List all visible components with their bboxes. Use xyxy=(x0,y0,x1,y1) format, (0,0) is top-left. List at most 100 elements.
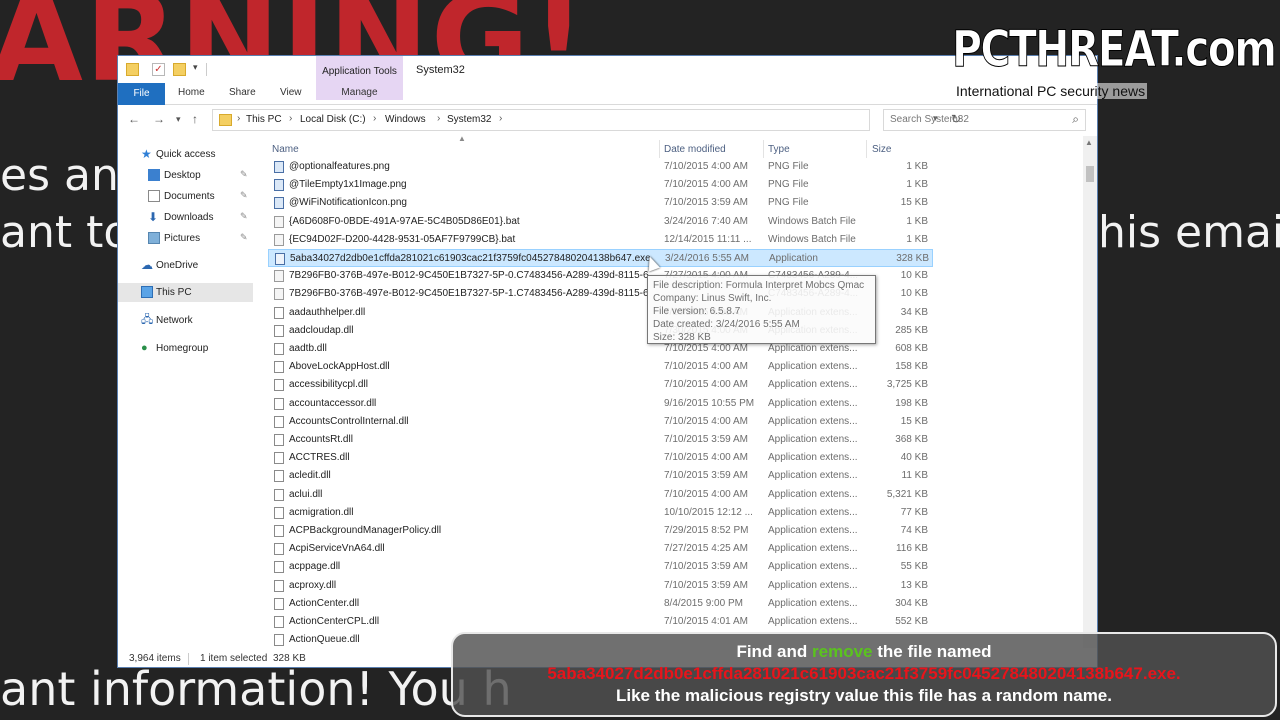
customize-toolbar-icon[interactable]: ▾ xyxy=(193,62,198,73)
tab-file[interactable]: File xyxy=(118,83,165,105)
file-type: Application extens... xyxy=(768,415,858,427)
pin-icon[interactable]: ✎ xyxy=(240,211,248,222)
caption-filename: 5aba34027d2db0e1cffda281021c61903cac21f3… xyxy=(547,664,1181,683)
item-count: 3,964 items xyxy=(129,653,181,664)
tab-share[interactable]: Share xyxy=(229,87,256,98)
scrollbar-thumb[interactable] xyxy=(1086,166,1094,182)
search-input[interactable]: Search System32 ⌕ xyxy=(883,109,1086,131)
table-row[interactable]: AccountsRt.dll 7/10/2015 3:59 AM Applicati… xyxy=(268,431,933,449)
table-row[interactable]: acppage.dll 7/10/2015 3:59 AM Application … xyxy=(268,558,933,576)
pin-icon[interactable]: ✎ xyxy=(240,190,248,201)
table-row[interactable]: @WiFiNotificationIcon.png 7/10/2015 3:59 … xyxy=(268,194,933,212)
column-divider[interactable] xyxy=(763,140,764,158)
scroll-up-icon[interactable]: ▲ xyxy=(1085,138,1093,147)
context-group-label: Application Tools xyxy=(322,66,397,77)
file-explorer-window: ✓ ▾ Application Tools System32 File Home… xyxy=(117,55,1098,668)
search-icon[interactable]: ⌕ xyxy=(1072,112,1079,127)
back-arrow-icon[interactable]: ← xyxy=(128,112,140,126)
exe-file-icon xyxy=(275,253,285,265)
table-row[interactable]: ActionCenterCPL.dll 7/10/2015 4:01 AM Appl… xyxy=(268,613,933,631)
column-header-date[interactable]: Date modified xyxy=(664,144,726,155)
column-header-type[interactable]: Type xyxy=(768,144,790,155)
table-row[interactable]: accountaccessor.dll 9/16/2015 10:55 PM App… xyxy=(268,395,933,413)
properties-icon[interactable]: ✓ xyxy=(152,63,165,76)
tab-home[interactable]: Home xyxy=(178,87,205,98)
table-row[interactable]: acmigration.dll 10/10/2015 12:12 ... Appli… xyxy=(268,504,933,522)
table-row[interactable]: ActionCenter.dll 8/4/2015 9:00 PM Applicat… xyxy=(268,595,933,613)
column-header-size[interactable]: Size xyxy=(872,144,891,155)
sidebar-item-homegroup[interactable]: ● Homegroup xyxy=(118,339,253,358)
address-box[interactable]: › This PC › Local Disk (C:) › Windows › … xyxy=(212,109,961,131)
logo-tagline: International PC security news xyxy=(954,83,1148,99)
file-date: 7/10/2015 3:59 AM xyxy=(664,579,748,591)
sidebar-item-this-pc[interactable]: This PC xyxy=(118,283,253,302)
pin-icon[interactable]: ✎ xyxy=(240,232,248,243)
table-row[interactable]: ACPBackgroundManagerPolicy.dll 7/29/2015 … xyxy=(268,522,933,540)
caption-highlight: remove xyxy=(812,642,873,661)
sidebar-item-desktop[interactable]: Desktop ✎ xyxy=(118,166,253,185)
file-size: 13 KB xyxy=(900,579,928,591)
file-size: 10 KB xyxy=(900,288,928,300)
breadcrumb-system32[interactable]: System32 xyxy=(447,114,491,125)
vertical-scrollbar[interactable]: ▲ xyxy=(1083,136,1097,648)
window-title: System32 xyxy=(416,64,465,76)
image-file-icon xyxy=(274,179,284,192)
file-type: Application extens... xyxy=(768,397,858,409)
column-divider[interactable] xyxy=(659,140,660,158)
folder-icon[interactable] xyxy=(126,63,139,76)
breadcrumb-this-pc[interactable]: This PC xyxy=(246,114,282,125)
breadcrumb-local-disk[interactable]: Local Disk (C:) xyxy=(300,114,366,125)
wallpaper-text-line: ant to xyxy=(0,207,131,258)
file-size: 116 KB xyxy=(895,543,928,555)
tooltip-version: File version: 6.5.8.7 xyxy=(653,306,741,317)
table-row[interactable]: {EC94D02F-D200-4428-9531-05AF7F9799CB}.b… xyxy=(268,231,933,249)
file-name: ACPBackgroundManagerPolicy.dll xyxy=(289,525,442,536)
table-row[interactable]: @optionalfeatures.png 7/10/2015 4:00 AM PN… xyxy=(268,158,933,176)
pin-icon[interactable]: ✎ xyxy=(240,169,248,180)
recent-locations-icon[interactable]: ▾ xyxy=(176,114,181,125)
chevron-right-icon[interactable]: › xyxy=(373,113,376,124)
file-size: 285 KB xyxy=(895,324,928,336)
file-date: 8/4/2015 9:00 PM xyxy=(664,597,743,609)
table-row[interactable]: ACCTRES.dll 7/10/2015 4:00 AM Application … xyxy=(268,449,933,467)
sidebar-item-quick-access[interactable]: ★ Quick access xyxy=(118,145,253,164)
table-row[interactable]: AboveLockAppHost.dll 7/10/2015 4:00 AM App… xyxy=(268,358,933,376)
sidebar-item-pictures[interactable]: Pictures ✎ xyxy=(118,229,253,248)
new-folder-icon[interactable] xyxy=(173,63,186,76)
file-date: 7/10/2015 4:00 AM xyxy=(664,452,748,464)
column-divider[interactable] xyxy=(866,140,867,158)
table-row[interactable]: {A6D608F0-0BDE-491A-97AE-5C4B05D86E01}.b… xyxy=(268,213,933,231)
file-size: 1 KB xyxy=(906,215,928,227)
sidebar-item-label: Desktop xyxy=(164,170,201,181)
file-date: 7/10/2015 3:59 AM xyxy=(664,561,748,573)
table-row[interactable]: aclui.dll 7/10/2015 4:00 AM Application ex… xyxy=(268,486,933,504)
tab-manage[interactable]: Manage xyxy=(316,87,403,98)
table-row[interactable]: accessibilitycpl.dll 7/10/2015 4:00 AM App… xyxy=(268,376,933,394)
table-row[interactable]: acledit.dll 7/10/2015 3:59 AM Application … xyxy=(268,467,933,485)
sidebar-item-downloads[interactable]: ⬇ Downloads ✎ xyxy=(118,208,253,227)
chevron-right-icon[interactable]: › xyxy=(437,113,440,124)
dll-file-icon xyxy=(274,634,284,647)
file-type: Application extens... xyxy=(768,470,858,482)
up-arrow-icon[interactable]: ↑ xyxy=(192,112,198,126)
chevron-right-icon[interactable]: › xyxy=(237,113,240,124)
tooltip-description: File description: Formula Interpret Mobc… xyxy=(653,280,865,291)
table-row-selected[interactable]: 5aba34027d2db0e1cffda281021c61903cac21f3… xyxy=(268,249,933,267)
sidebar-item-onedrive[interactable]: ☁ OneDrive xyxy=(118,256,253,275)
sidebar-item-network[interactable]: 🖧 Network xyxy=(118,311,253,330)
chevron-right-icon[interactable]: › xyxy=(499,113,502,124)
sidebar-item-label: This PC xyxy=(156,287,192,298)
table-row[interactable]: acproxy.dll 7/10/2015 3:59 AM Application … xyxy=(268,577,933,595)
forward-arrow-icon[interactable]: → xyxy=(153,112,165,126)
dll-file-icon xyxy=(274,379,284,392)
chevron-right-icon[interactable]: › xyxy=(289,113,292,124)
table-row[interactable]: AcpiServiceVnA64.dll 7/27/2015 4:25 AM App… xyxy=(268,540,933,558)
column-header-name[interactable]: Name xyxy=(272,144,299,155)
tab-view[interactable]: View xyxy=(280,87,302,98)
wallpaper-text-line: his email: xyxy=(1098,207,1280,258)
sidebar-item-documents[interactable]: Documents ✎ xyxy=(118,187,253,206)
file-type: Application extens... xyxy=(768,379,858,391)
table-row[interactable]: AccountsControlInternal.dll 7/10/2015 4:0… xyxy=(268,413,933,431)
breadcrumb-windows[interactable]: Windows xyxy=(385,114,426,125)
table-row[interactable]: @TileEmpty1x1Image.png 7/10/2015 4:00 AM P… xyxy=(268,176,933,194)
